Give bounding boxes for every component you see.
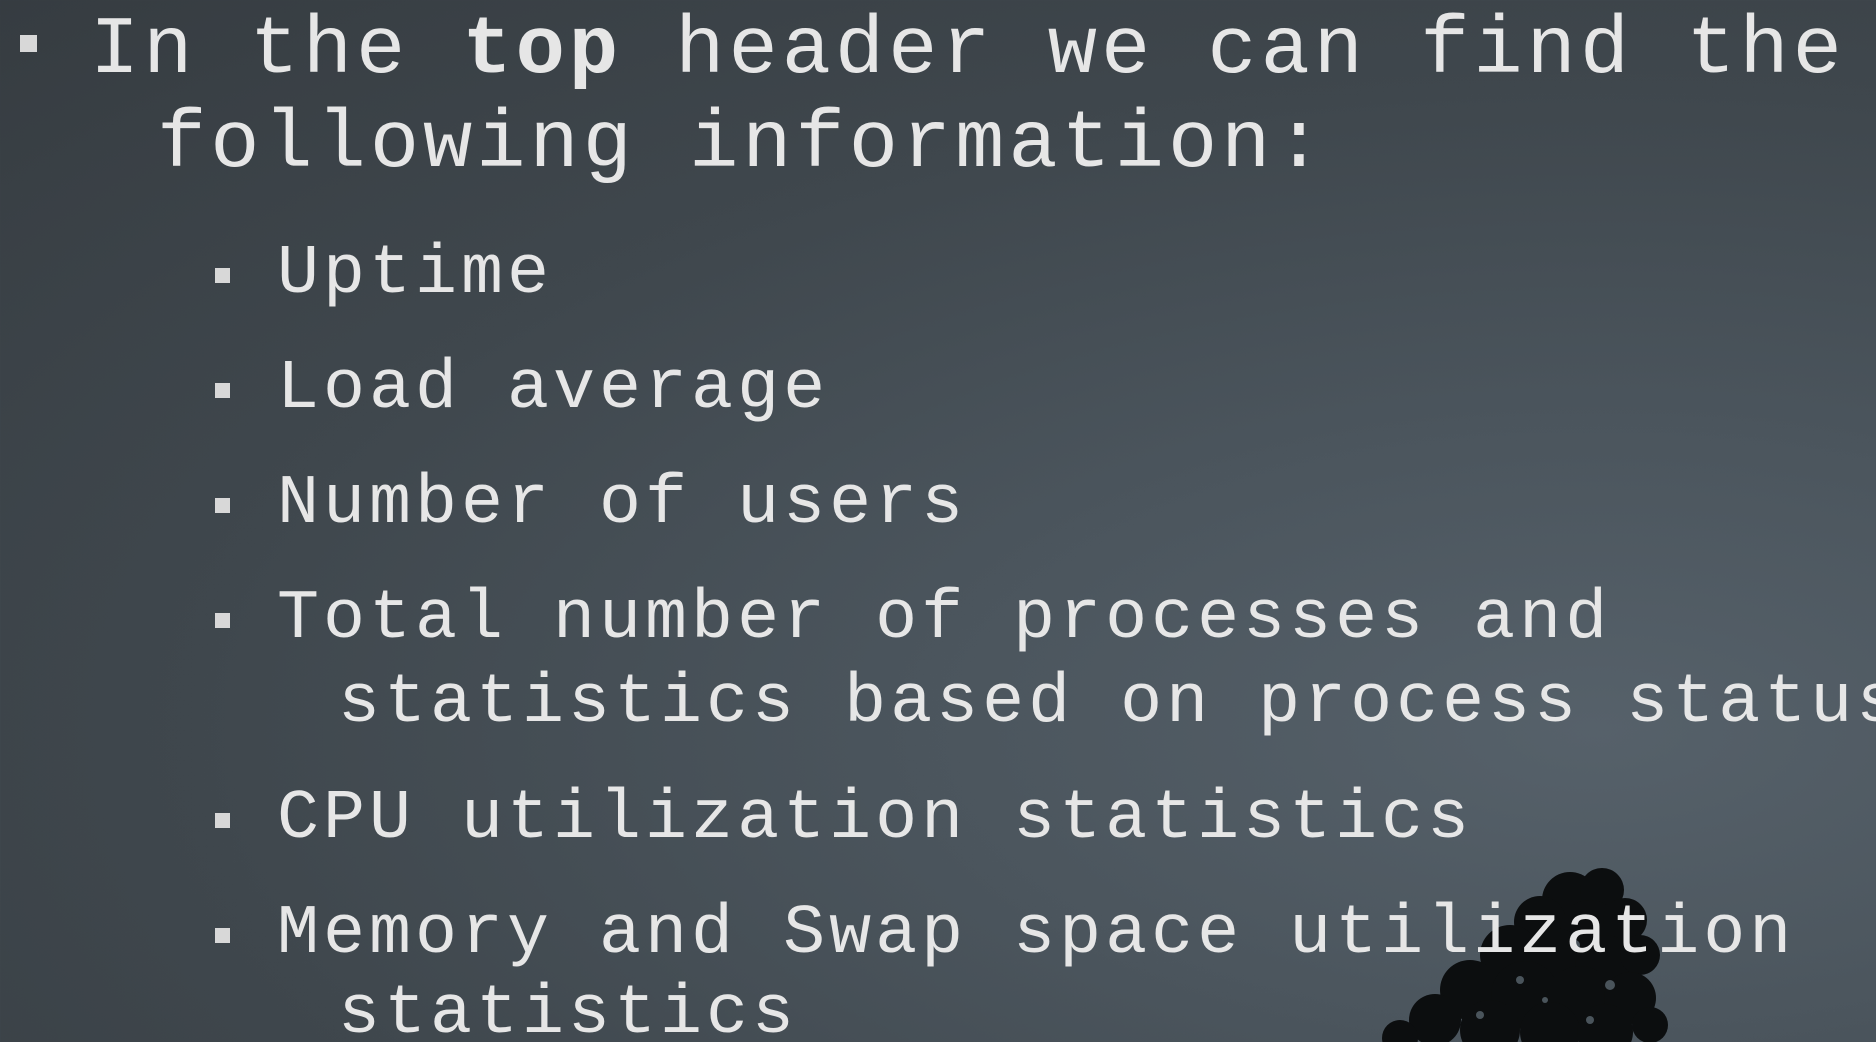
square-bullet-icon (215, 383, 230, 398)
sub-bullet-number-of-users: Number of users (277, 465, 968, 544)
sub-bullet-memory-line-1: Memory and Swap space utilization (277, 895, 1796, 974)
main-bullet-line-2: following information: (157, 98, 1328, 191)
sub-bullet-processes-line-2: statistics based on process status (338, 664, 1876, 743)
square-bullet-icon (215, 813, 230, 828)
square-bullet-icon (215, 928, 230, 943)
sub-bullet-cpu: CPU utilization statistics (277, 780, 1474, 859)
square-bullet-icon (20, 35, 37, 52)
square-bullet-icon (215, 498, 230, 513)
sub-bullet-load-average: Load average (277, 350, 830, 429)
main-bullet-text-bold: top (462, 4, 623, 97)
square-bullet-icon (215, 613, 230, 628)
slide: In the top header we can find the follow… (0, 0, 1876, 1042)
sub-bullet-memory-line-2: statistics (338, 975, 799, 1042)
sub-bullet-processes-line-1: Total number of processes and (277, 580, 1612, 659)
square-bullet-icon (215, 268, 230, 283)
main-bullet-text-prefix: In the (90, 4, 463, 97)
sub-bullet-uptime: Uptime (277, 235, 554, 314)
main-bullet-text-suffix: header we can find the (622, 4, 1846, 97)
main-bullet-line-1: In the top header we can find the (90, 10, 1846, 92)
